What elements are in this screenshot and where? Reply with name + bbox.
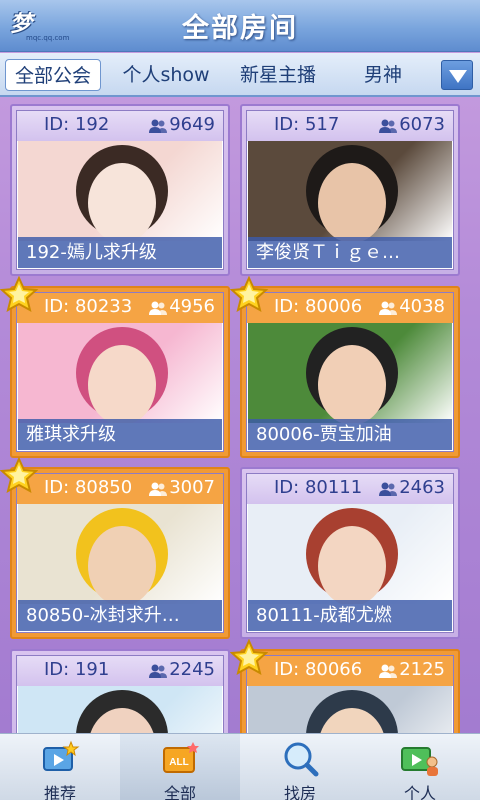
room-card[interactable]: ID: 192 9649 192-嫣儿求升级 — [10, 104, 230, 276]
room-card[interactable]: ID: 80111 2463 80111-成都尤燃 — [240, 467, 460, 639]
room-card-header: ID: 80233 4956 — [17, 293, 223, 323]
room-thumbnail — [18, 504, 222, 604]
room-id: ID: 192 — [44, 114, 110, 135]
room-id: ID: 80111 — [274, 477, 363, 498]
nav-recommend-label: 推荐 — [43, 784, 76, 800]
search-icon — [284, 742, 319, 777]
room-id: ID: 191 — [44, 659, 110, 680]
page-title: 全部房间 — [182, 13, 298, 44]
viewers-icon — [379, 301, 397, 315]
person-tv-icon — [401, 747, 438, 776]
tab-personal-show[interactable]: 个人show — [110, 59, 222, 91]
viewer-count: 4038 — [399, 296, 445, 317]
viewer-count: 2463 — [399, 477, 445, 498]
room-card-header: ID: 80006 4038 — [247, 293, 453, 323]
viewers-icon — [379, 482, 397, 496]
viewer-count: 2245 — [169, 659, 215, 680]
nav-find-room[interactable]: 找房 — [240, 734, 360, 800]
room-thumbnail — [18, 323, 222, 423]
room-thumbnail — [248, 141, 452, 241]
viewer-count: 3007 — [169, 477, 215, 498]
nav-all[interactable]: ALL 全部 — [120, 734, 240, 800]
tab-new-stars[interactable]: 新星主播 — [228, 59, 328, 91]
all-tv-icon: ALL — [163, 742, 199, 773]
room-card-body: ID: 192 9649 192-嫣儿求升级 — [16, 110, 224, 270]
nav-recommend[interactable]: 推荐 — [0, 734, 120, 800]
room-thumbnail — [18, 141, 222, 241]
room-title: 80006-贾宝加油 — [248, 419, 452, 450]
room-card-body: ID: 80850 3007 80850-冰封求升… — [16, 473, 224, 633]
viewer-count: 2125 — [399, 659, 445, 680]
room-card-body: ID: 80006 4038 80006-贾宝加油 — [246, 292, 454, 452]
viewers-icon — [149, 664, 167, 678]
nav-find-room-label: 找房 — [283, 784, 316, 800]
featured-star-icon — [0, 457, 38, 493]
room-card-header: ID: 80850 3007 — [17, 474, 223, 504]
room-card-header: ID: 517 6073 — [247, 111, 453, 141]
viewers-icon — [379, 664, 397, 678]
room-id: ID: 80850 — [44, 477, 133, 498]
viewers-icon — [149, 301, 167, 315]
nav-all-label: 全部 — [163, 784, 196, 800]
featured-star-icon — [0, 276, 38, 312]
room-card-header: ID: 80111 2463 — [247, 474, 453, 504]
room-card[interactable]: ID: 517 6073 李俊贤Ｔｉｇｅ… — [240, 104, 460, 276]
room-thumbnail — [248, 323, 452, 423]
room-id: ID: 80006 — [274, 296, 363, 317]
room-card[interactable]: ID: 80233 4956 雅琪求升级 — [0, 276, 230, 458]
chevron-down-icon — [449, 70, 467, 83]
room-card-header: ID: 80066 2125 — [247, 656, 453, 686]
viewers-icon — [379, 119, 397, 133]
nav-personal[interactable]: 个人 — [360, 734, 480, 800]
room-id: ID: 517 — [274, 114, 340, 135]
recommend-tv-icon — [43, 740, 80, 771]
viewers-icon — [149, 482, 167, 496]
featured-star-icon — [230, 639, 268, 675]
viewers-icon — [149, 119, 167, 133]
room-title: 192-嫣儿求升级 — [18, 237, 222, 268]
bottom-nav: 推荐 ALL 全部 找房 个人 — [0, 733, 480, 800]
room-title: 雅琪求升级 — [18, 419, 222, 450]
category-tabs: 全部公会 个人show 新星主播 男神 — [0, 53, 480, 97]
room-id: ID: 80066 — [274, 659, 363, 680]
viewer-count: 9649 — [169, 114, 215, 135]
room-card-header: ID: 191 2245 — [17, 656, 223, 686]
room-thumbnail — [248, 504, 452, 604]
viewer-count: 4956 — [169, 296, 215, 317]
app-header: 梦 mqc.qq.com 全部房间 — [0, 0, 480, 52]
room-title: 李俊贤Ｔｉｇｅ… — [248, 237, 452, 268]
tab-all-guilds[interactable]: 全部公会 — [5, 59, 101, 91]
nav-personal-label: 个人 — [403, 784, 436, 800]
room-card[interactable]: ID: 80850 3007 80850-冰封求升… — [0, 457, 230, 639]
room-title: 80111-成都尤燃 — [248, 600, 452, 631]
room-id: ID: 80233 — [44, 296, 133, 317]
featured-star-icon — [230, 276, 268, 312]
room-card-header: ID: 192 9649 — [17, 111, 223, 141]
room-card-body: ID: 80111 2463 80111-成都尤燃 — [246, 473, 454, 633]
room-card-body: ID: 517 6073 李俊贤Ｔｉｇｅ… — [246, 110, 454, 270]
tab-male-gods[interactable]: 男神 — [348, 59, 418, 91]
room-card[interactable]: ID: 80006 4038 80006-贾宝加油 — [230, 276, 460, 458]
svg-text:ALL: ALL — [169, 757, 188, 768]
more-tabs-dropdown[interactable] — [441, 60, 473, 90]
room-title: 80850-冰封求升… — [18, 600, 222, 631]
viewer-count: 6073 — [399, 114, 445, 135]
room-card-body: ID: 80233 4956 雅琪求升级 — [16, 292, 224, 452]
